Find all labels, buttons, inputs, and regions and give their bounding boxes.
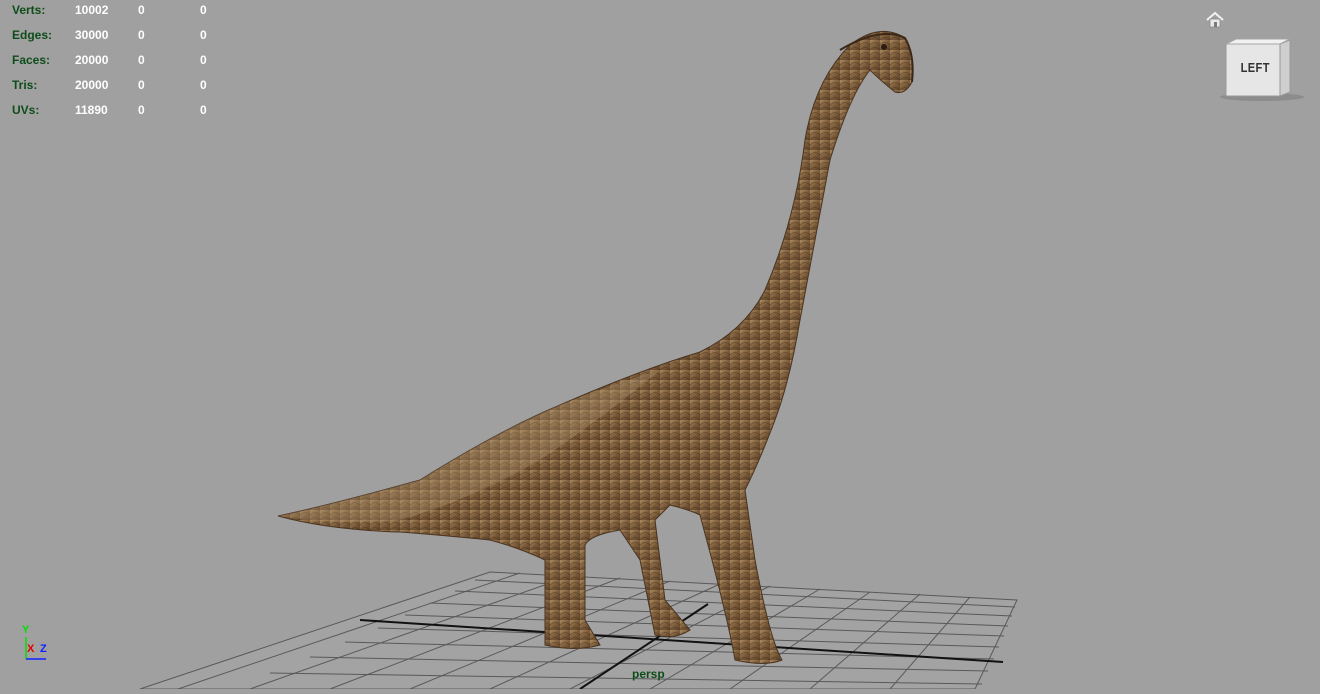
dinosaur-model[interactable] <box>277 30 914 664</box>
hud-value: 0 <box>200 78 207 92</box>
camera-name-label: persp <box>632 667 665 681</box>
hud-label: Verts: <box>12 3 46 17</box>
hud-label: UVs: <box>12 103 40 117</box>
view-cube-face-label: LEFT <box>1240 60 1270 75</box>
hud-value: 20000 <box>75 78 109 92</box>
scene-canvas <box>139 30 1018 690</box>
hud-label: Faces: <box>12 53 51 67</box>
hud-value: 0 <box>200 103 207 117</box>
hud-label: Tris: <box>12 78 38 92</box>
hud-value: 11890 <box>75 103 108 117</box>
hud-value: 0 <box>138 28 145 42</box>
home-icon <box>1206 11 1224 28</box>
home-button[interactable] <box>1205 10 1225 30</box>
hud-value: 0 <box>200 28 207 42</box>
hud-value: 0 <box>138 53 145 67</box>
hud-value: 10002 <box>75 3 109 17</box>
axis-z-label: Z <box>40 643 47 655</box>
hud-value: 30000 <box>75 28 109 42</box>
hud-value: 0 <box>138 103 145 117</box>
3d-viewport[interactable] <box>0 0 1320 690</box>
axis-y-label: Y <box>22 624 30 636</box>
axis-x-label: X <box>27 643 35 655</box>
hud-value: 20000 <box>75 53 109 67</box>
hud-value: 0 <box>138 3 145 17</box>
hud-value: 0 <box>200 53 207 67</box>
hud-label: Edges: <box>12 28 53 42</box>
hud-value: 0 <box>200 3 207 17</box>
hud-value: 0 <box>138 78 145 92</box>
